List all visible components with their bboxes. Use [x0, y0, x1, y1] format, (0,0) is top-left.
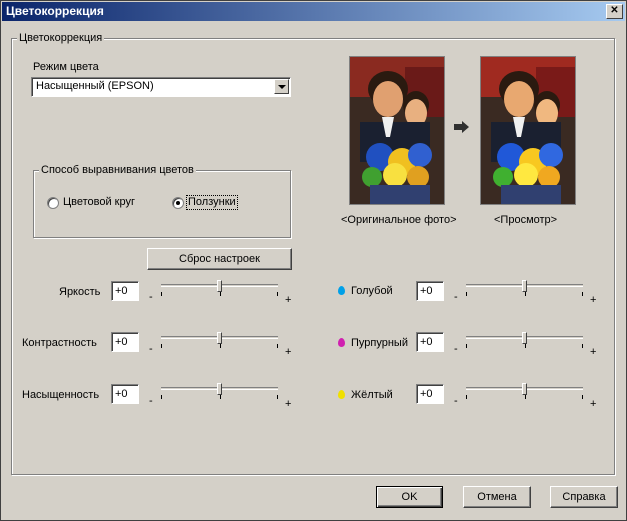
- slider-tick: [277, 344, 278, 348]
- saturation-label: Насыщенность: [22, 389, 100, 401]
- magenta-plus: +: [590, 346, 597, 358]
- slider-tick: [525, 395, 526, 399]
- cyan-label: Голубой: [351, 285, 393, 297]
- slider-tick: [466, 344, 467, 348]
- slider-tick: [161, 395, 162, 399]
- saturation-plus: +: [285, 398, 292, 410]
- yellow-slider-thumb[interactable]: [522, 383, 527, 395]
- yellow-label: Жёлтый: [351, 389, 393, 401]
- yellow-drop-icon: [338, 390, 345, 399]
- slider-tick: [277, 395, 278, 399]
- brightness-minus: -: [149, 291, 153, 303]
- magenta-label: Пурпурный: [351, 337, 408, 349]
- color-mode-label: Режим цвета: [33, 61, 99, 73]
- cyan-value-field[interactable]: +0: [416, 281, 444, 301]
- chevron-down-icon[interactable]: [274, 79, 289, 94]
- contrast-slider-thumb[interactable]: [217, 332, 222, 344]
- slider-tick: [525, 344, 526, 348]
- brightness-slider-thumb[interactable]: [217, 280, 222, 292]
- alignment-method-label: Способ выравнивания цветов: [39, 164, 196, 176]
- slider-tick: [525, 292, 526, 296]
- color-correction-group-label: Цветокоррекция: [17, 32, 105, 44]
- saturation-slider-thumb[interactable]: [217, 383, 222, 395]
- saturation-minus: -: [149, 395, 153, 407]
- reset-button[interactable]: Сброс настроек: [147, 248, 292, 270]
- yellow-minus: -: [454, 395, 458, 407]
- yellow-value-field[interactable]: +0: [416, 384, 444, 404]
- color-wheel-label[interactable]: Цветовой круг: [63, 196, 135, 209]
- brightness-value-field[interactable]: +0: [111, 281, 139, 301]
- contrast-minus: -: [149, 343, 153, 355]
- color-mode-value: Насыщенный (EPSON): [36, 80, 154, 92]
- title-bar[interactable]: Цветокоррекция ✕: [2, 2, 625, 21]
- yellow-plus: +: [590, 398, 597, 410]
- contrast-label: Контрастность: [22, 337, 97, 349]
- saturation-value-field[interactable]: +0: [111, 384, 139, 404]
- sliders-radio[interactable]: [172, 197, 184, 209]
- color-wheel-radio[interactable]: [47, 197, 59, 209]
- dialog-window: Цветокоррекция ✕ Цветокоррекция Режим цв…: [0, 0, 627, 521]
- close-button[interactable]: ✕: [606, 4, 623, 19]
- magenta-value-field[interactable]: +0: [416, 332, 444, 352]
- cyan-drop-icon: [338, 286, 345, 295]
- preview-photo: [480, 56, 576, 205]
- cancel-button[interactable]: Отмена: [463, 486, 531, 508]
- brightness-plus: +: [285, 294, 292, 306]
- color-mode-select[interactable]: Насыщенный (EPSON): [31, 77, 291, 97]
- slider-tick: [277, 292, 278, 296]
- slider-tick: [220, 344, 221, 348]
- slider-tick: [582, 292, 583, 296]
- cyan-plus: +: [590, 294, 597, 306]
- slider-tick: [582, 395, 583, 399]
- contrast-value-field[interactable]: +0: [111, 332, 139, 352]
- cyan-minus: -: [454, 291, 458, 303]
- contrast-plus: +: [285, 346, 292, 358]
- magenta-drop-icon: [338, 338, 345, 347]
- slider-tick: [220, 292, 221, 296]
- magenta-slider-thumb[interactable]: [522, 332, 527, 344]
- slider-tick: [466, 395, 467, 399]
- slider-tick: [220, 395, 221, 399]
- ok-button[interactable]: OK: [376, 486, 443, 508]
- original-photo: [349, 56, 445, 205]
- magenta-minus: -: [454, 343, 458, 355]
- arrow-right-icon: [454, 121, 470, 133]
- brightness-label: Яркость: [59, 286, 101, 298]
- slider-tick: [466, 292, 467, 296]
- window-title: Цветокоррекция: [6, 4, 104, 18]
- preview-photo-caption: <Просмотр>: [494, 214, 558, 226]
- help-button[interactable]: Справка: [550, 486, 618, 508]
- slider-tick: [161, 344, 162, 348]
- slider-tick: [582, 344, 583, 348]
- cyan-slider-thumb[interactable]: [522, 280, 527, 292]
- slider-tick: [161, 292, 162, 296]
- sliders-label[interactable]: Ползунки: [186, 195, 238, 210]
- original-photo-caption: <Оригинальное фото>: [341, 214, 457, 226]
